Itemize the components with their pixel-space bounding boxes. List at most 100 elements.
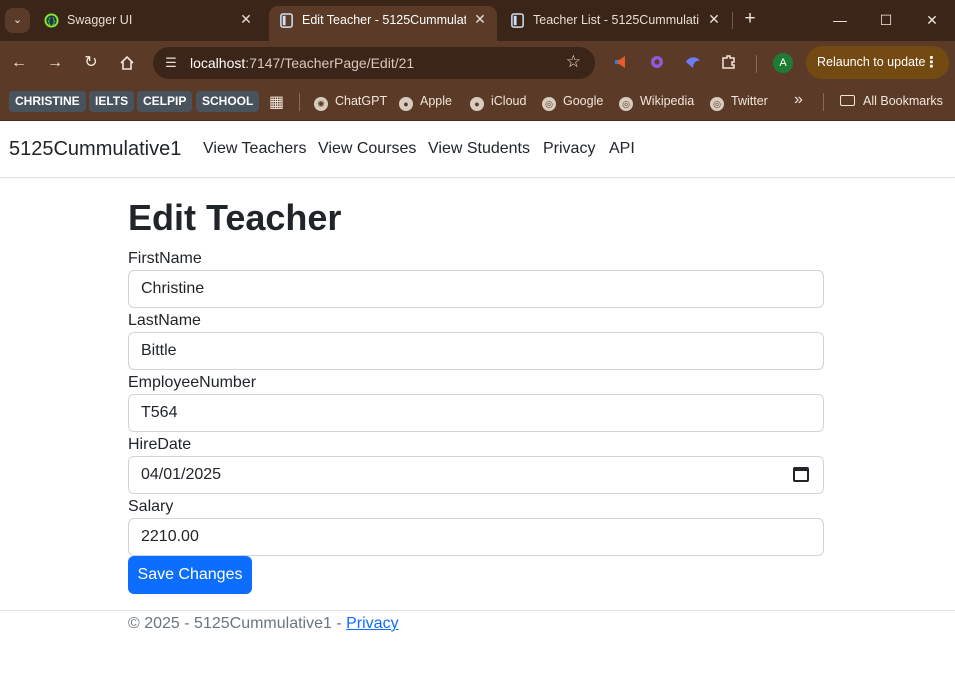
home-icon bbox=[120, 55, 134, 70]
bookmark-divider bbox=[299, 93, 300, 111]
chatgpt-icon: ✺ bbox=[314, 97, 328, 111]
profile-avatar[interactable]: A bbox=[773, 53, 793, 73]
bookmark-label: Wikipedia bbox=[640, 94, 695, 108]
close-icon: ✕ bbox=[926, 12, 938, 28]
reload-button[interactable]: ↻ bbox=[79, 51, 103, 75]
salary-label: Salary bbox=[128, 498, 174, 515]
bookmark-twitter[interactable]: ◎ Twitter bbox=[710, 94, 768, 111]
page-icon bbox=[511, 13, 524, 28]
extension-3[interactable] bbox=[683, 53, 703, 73]
maximize-button[interactable]: ☐ bbox=[864, 0, 908, 40]
globe-icon: ◎ bbox=[710, 97, 724, 111]
maximize-icon: ☐ bbox=[879, 12, 893, 28]
calendar-icon[interactable] bbox=[793, 467, 809, 482]
apps-grid-icon[interactable]: ▦ bbox=[269, 92, 284, 112]
save-changes-button[interactable]: Save Changes bbox=[128, 556, 252, 594]
arrow-left-icon: ← bbox=[11, 54, 27, 71]
close-window-button[interactable]: ✕ bbox=[910, 0, 954, 40]
close-icon[interactable]: ✕ bbox=[705, 10, 723, 28]
tab-title: Teacher List - 5125Cummulative1 bbox=[533, 13, 699, 27]
url-text: localhost:7147/TeacherPage/Edit/21 bbox=[190, 55, 414, 71]
extension-1[interactable] bbox=[611, 53, 631, 73]
bookmark-label: ChatGPT bbox=[335, 94, 388, 108]
bookmark-star-icon[interactable]: ☆ bbox=[566, 52, 581, 72]
tab-title: Swagger UI bbox=[67, 13, 133, 27]
bookmark-chip-celpip[interactable]: CELPIP bbox=[137, 91, 193, 112]
bookmark-label: Apple bbox=[420, 94, 452, 108]
toolbar-divider bbox=[756, 55, 757, 73]
nav-view-courses[interactable]: View Courses bbox=[318, 140, 416, 158]
more-menu-icon[interactable]: ⋮ bbox=[924, 46, 939, 79]
nav-view-students[interactable]: View Students bbox=[428, 140, 530, 158]
reload-icon: ↻ bbox=[84, 54, 98, 71]
lastname-field[interactable]: Bittle bbox=[128, 332, 824, 370]
forward-button[interactable]: → bbox=[43, 51, 67, 75]
nav-api[interactable]: API bbox=[609, 140, 635, 158]
globe-icon: ◎ bbox=[619, 97, 633, 111]
svg-text:{}: {} bbox=[47, 16, 57, 25]
gear-icon bbox=[651, 56, 663, 68]
puzzle-icon bbox=[722, 55, 735, 69]
footer-privacy-link[interactable]: Privacy bbox=[346, 615, 398, 632]
bookmark-wikipedia[interactable]: ◎ Wikipedia bbox=[619, 94, 694, 111]
firstname-field[interactable]: Christine bbox=[128, 270, 824, 308]
salary-field[interactable]: 2210.00 bbox=[128, 518, 824, 556]
url-host: localhost bbox=[190, 55, 246, 71]
site-navbar: 5125Cummulative1 View Teachers View Cour… bbox=[0, 121, 955, 178]
all-bookmarks-label: All Bookmarks bbox=[863, 94, 943, 108]
web-page: 5125Cummulative1 View Teachers View Cour… bbox=[0, 121, 955, 677]
bookmark-apple[interactable]: ● Apple bbox=[399, 94, 452, 111]
bookmarks-bar: CHRISTINE IELTS CELPIP SCHOOL ▦ ✺ ChatGPT… bbox=[0, 85, 955, 121]
footer-text: © 2025 - 5125Cummulative1 - Privacy bbox=[128, 615, 399, 633]
arrow-right-icon: → bbox=[47, 54, 63, 71]
bookmark-icloud[interactable]: ● iCloud bbox=[470, 94, 526, 111]
site-footer: © 2025 - 5125Cummulative1 - Privacy bbox=[0, 610, 955, 677]
new-tab-button[interactable]: + bbox=[739, 8, 761, 30]
bookmark-label: Google bbox=[563, 94, 604, 108]
nav-view-teachers[interactable]: View Teachers bbox=[203, 140, 306, 158]
employeenumber-label: EmployeeNumber bbox=[128, 374, 257, 391]
home-button[interactable] bbox=[115, 51, 139, 75]
bookmark-chip-christine[interactable]: CHRISTINE bbox=[9, 91, 86, 112]
extension-2[interactable] bbox=[647, 53, 667, 73]
back-button[interactable]: ← bbox=[7, 51, 31, 75]
megaphone-icon bbox=[615, 56, 625, 68]
close-icon[interactable]: ✕ bbox=[471, 10, 489, 28]
bookmarks-overflow-button[interactable]: » bbox=[794, 91, 803, 109]
browser-tab-strip: ⌄ {} Swagger UI ✕ Edit Teacher - 5125Cum… bbox=[0, 0, 955, 41]
employeenumber-field[interactable]: T564 bbox=[128, 394, 824, 432]
url-path: :7147/TeacherPage/Edit/21 bbox=[245, 55, 415, 71]
minimize-button[interactable]: — bbox=[818, 0, 862, 40]
browser-toolbar: ← → ↻ ☰ localhost:7147/TeacherPage/Edit/… bbox=[0, 41, 955, 85]
tab-title: Edit Teacher - 5125Cummulative1 bbox=[302, 13, 466, 27]
hiredate-value: 04/01/2025 bbox=[141, 466, 222, 483]
bird-icon bbox=[686, 57, 700, 68]
swagger-icon: {} bbox=[44, 13, 59, 28]
bookmark-chip-ielts[interactable]: IELTS bbox=[89, 91, 135, 112]
apple-icon: ● bbox=[399, 97, 413, 111]
minimize-icon: — bbox=[833, 12, 847, 28]
relaunch-button[interactable]: Relaunch to update ⋮ bbox=[806, 46, 949, 79]
tab-edit-teacher[interactable]: Edit Teacher - 5125Cummulative1 ✕ bbox=[269, 6, 497, 41]
hiredate-field[interactable]: 04/01/2025 bbox=[128, 456, 824, 494]
plus-icon: + bbox=[744, 8, 756, 29]
nav-privacy[interactable]: Privacy bbox=[543, 140, 595, 158]
folder-icon bbox=[840, 95, 855, 106]
bookmark-google[interactable]: ◎ Google bbox=[542, 94, 603, 111]
tab-divider bbox=[732, 12, 733, 29]
bookmark-label: Twitter bbox=[731, 94, 768, 108]
address-bar[interactable]: ☰ localhost:7147/TeacherPage/Edit/21 ☆ bbox=[153, 47, 595, 79]
all-bookmarks-button[interactable]: All Bookmarks bbox=[840, 94, 943, 108]
apple-icon: ● bbox=[470, 97, 484, 111]
extensions-button[interactable] bbox=[719, 53, 739, 73]
page-title: Edit Teacher bbox=[128, 197, 342, 238]
tab-swagger[interactable]: {} Swagger UI ✕ bbox=[34, 0, 264, 41]
bookmark-chip-school[interactable]: SCHOOL bbox=[196, 91, 260, 112]
tab-search-button[interactable]: ⌄ bbox=[5, 8, 30, 33]
tab-teacher-list[interactable]: Teacher List - 5125Cummulative1 ✕ bbox=[500, 0, 730, 41]
site-brand[interactable]: 5125Cummulative1 bbox=[9, 138, 181, 161]
bookmark-chatgpt[interactable]: ✺ ChatGPT bbox=[314, 94, 387, 111]
hiredate-label: HireDate bbox=[128, 436, 192, 453]
site-settings-icon[interactable]: ☰ bbox=[162, 54, 180, 72]
close-icon[interactable]: ✕ bbox=[237, 10, 255, 28]
